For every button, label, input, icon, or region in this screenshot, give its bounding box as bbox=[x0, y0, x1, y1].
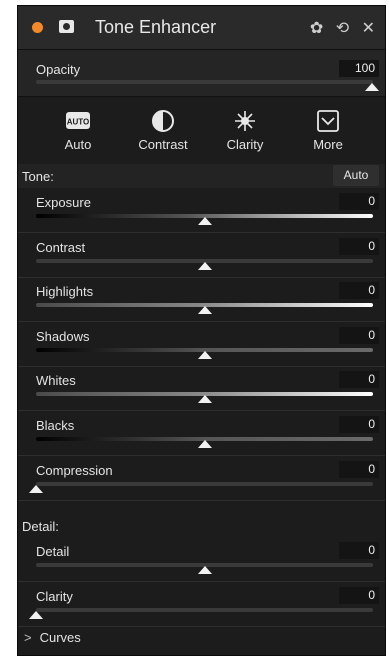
preset-more-label: More bbox=[313, 137, 343, 152]
detail-value[interactable]: 0 bbox=[339, 542, 379, 559]
svg-text:AUTO: AUTO bbox=[67, 118, 90, 127]
opacity-row: Opacity 100 bbox=[18, 50, 385, 97]
tone-section-header: Tone: Auto bbox=[18, 164, 385, 188]
tone-enhancer-panel: Tone Enhancer ✿ ⟲ ✕ Opacity 100 AUTO Aut… bbox=[17, 5, 386, 656]
preset-bar: AUTO Auto Contrast Clarity More bbox=[18, 97, 385, 169]
undo-icon[interactable]: ⟲ bbox=[336, 18, 353, 38]
compression-value[interactable]: 0 bbox=[339, 460, 379, 478]
whites-value[interactable]: 0 bbox=[339, 371, 379, 389]
opacity-value[interactable]: 100 bbox=[339, 60, 379, 77]
compression-slider-track[interactable] bbox=[36, 481, 373, 486]
row-divider bbox=[18, 581, 385, 582]
highlights-slider-row: Highlights 0 bbox=[18, 278, 385, 323]
whites-label: Whites bbox=[36, 373, 76, 389]
tone-heading: Tone: bbox=[22, 169, 54, 184]
panel-title: Tone Enhancer bbox=[95, 17, 217, 37]
contrast-label: Contrast bbox=[36, 239, 86, 255]
compression-slider-row: Compression 0 bbox=[18, 457, 385, 501]
clarity-slider-track[interactable] bbox=[36, 608, 373, 612]
preset-more[interactable]: More bbox=[293, 97, 363, 169]
gear-icon[interactable]: ✿ bbox=[310, 18, 327, 38]
curves-label: Curves bbox=[39, 630, 81, 645]
opacity-slider-thumb[interactable] bbox=[365, 83, 379, 91]
detail-label: Detail bbox=[36, 544, 70, 559]
chevron-right-icon: > bbox=[24, 630, 32, 645]
highlights-value[interactable]: 0 bbox=[339, 282, 379, 300]
chevron-down-box-icon bbox=[317, 110, 339, 132]
blacks-slider-row: Blacks 0 bbox=[18, 412, 385, 456]
curves-expander[interactable]: > Curves bbox=[24, 630, 81, 645]
close-icon[interactable]: ✕ bbox=[362, 18, 379, 38]
exposure-value[interactable]: 0 bbox=[339, 193, 379, 210]
blacks-slider-thumb[interactable] bbox=[197, 440, 212, 448]
clarity-value[interactable]: 0 bbox=[339, 587, 379, 604]
exposure-slider-thumb[interactable] bbox=[197, 217, 212, 225]
clarity-slider-row: Clarity 0 bbox=[18, 583, 385, 627]
blacks-value[interactable]: 0 bbox=[339, 416, 379, 433]
blacks-label: Blacks bbox=[36, 418, 75, 433]
detail-slider-thumb[interactable] bbox=[197, 566, 212, 574]
row-divider bbox=[18, 626, 385, 627]
highlights-label: Highlights bbox=[36, 284, 94, 300]
clarity-icon bbox=[235, 111, 255, 131]
preset-clarity[interactable]: Clarity bbox=[210, 97, 280, 169]
preset-auto-label: Auto bbox=[64, 137, 92, 152]
opacity-label: Opacity bbox=[36, 62, 81, 77]
shadows-slider-row: Shadows 0 bbox=[18, 323, 385, 367]
preset-contrast-label: Contrast bbox=[138, 137, 188, 152]
preset-clarity-label: Clarity bbox=[226, 137, 264, 152]
detail-section-header: Detail: bbox=[18, 514, 385, 538]
detail-slider-row: Detail 0 bbox=[18, 538, 385, 582]
contrast-value[interactable]: 0 bbox=[339, 237, 379, 255]
preset-auto[interactable]: AUTO Auto bbox=[43, 97, 113, 169]
clarity-slider-thumb[interactable] bbox=[29, 611, 43, 619]
shadows-slider-thumb[interactable] bbox=[197, 350, 212, 359]
contrast-icon bbox=[152, 110, 174, 132]
whites-slider-row: Whites 0 bbox=[18, 367, 385, 412]
exposure-slider-row: Exposure 0 bbox=[18, 189, 385, 233]
panel-titlebar: Tone Enhancer ✿ ⟲ ✕ bbox=[18, 6, 385, 50]
shadows-label: Shadows bbox=[36, 328, 90, 344]
compression-label: Compression bbox=[36, 462, 113, 478]
enable-toggle-dot[interactable] bbox=[32, 22, 43, 33]
shadows-value[interactable]: 0 bbox=[339, 326, 379, 344]
clarity-label: Clarity bbox=[36, 589, 73, 604]
highlights-slider-thumb[interactable] bbox=[197, 306, 212, 315]
preset-contrast[interactable]: Contrast bbox=[128, 97, 198, 169]
preview-icon[interactable] bbox=[59, 20, 74, 33]
contrast-slider-thumb[interactable] bbox=[197, 261, 212, 270]
detail-heading: Detail: bbox=[22, 519, 59, 534]
exposure-label: Exposure bbox=[36, 195, 91, 210]
row-divider bbox=[18, 499, 385, 501]
tone-auto-button[interactable]: Auto bbox=[333, 165, 379, 186]
contrast-slider-row: Contrast 0 bbox=[18, 234, 385, 278]
opacity-slider-track[interactable] bbox=[36, 80, 373, 84]
whites-slider-thumb[interactable] bbox=[197, 395, 212, 404]
auto-icon: AUTO bbox=[66, 112, 90, 129]
compression-slider-thumb[interactable] bbox=[29, 484, 43, 493]
